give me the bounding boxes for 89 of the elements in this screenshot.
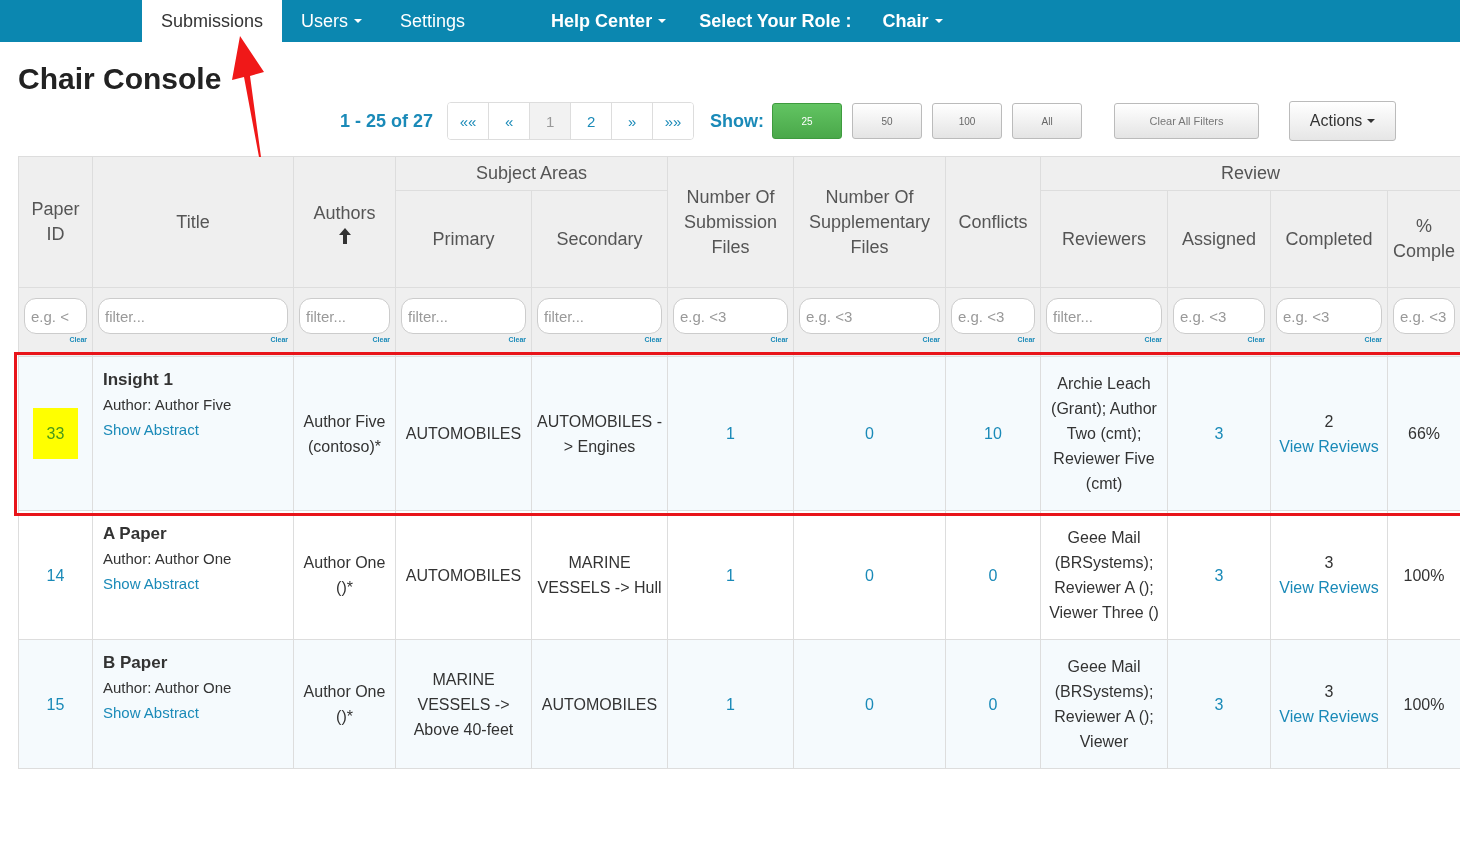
filter-field[interactable]: filter... bbox=[98, 298, 288, 334]
column-header[interactable]: Conflicts bbox=[945, 156, 1041, 288]
caret-icon bbox=[1367, 119, 1376, 123]
view-reviews-link[interactable]: View Reviews bbox=[1279, 433, 1379, 459]
secondary-area: MARINE VESSELS -> Hull bbox=[536, 550, 663, 600]
authors-text: Author One ()* bbox=[302, 682, 387, 727]
author-line: Author: Author One bbox=[103, 678, 233, 698]
filter-field[interactable]: e.g. <3 bbox=[1393, 298, 1456, 334]
show-label: Show: bbox=[710, 110, 765, 132]
actions-button[interactable]: Actions bbox=[1289, 101, 1397, 141]
author-line: Author: Author One bbox=[103, 549, 233, 569]
sort-arrow-icon bbox=[338, 227, 351, 244]
secondary-area: AUTOMOBILES -> Engines bbox=[536, 408, 663, 459]
page-size-button[interactable]: 25 bbox=[772, 103, 843, 139]
count-link[interactable]: 0 bbox=[865, 691, 874, 717]
filter-field[interactable]: filter... bbox=[299, 298, 390, 334]
view-reviews-link[interactable]: View Reviews bbox=[1279, 704, 1379, 729]
percent-complete: 66% bbox=[1408, 424, 1441, 444]
reviewers-text: Geee Mail (BRSystems); Reviewer A (); Viewer bbox=[1053, 657, 1155, 752]
count-link[interactable]: 3 bbox=[1214, 562, 1224, 588]
show-abstract-link[interactable]: Show Abstract bbox=[103, 700, 199, 725]
column-header[interactable]: Secondary bbox=[531, 190, 668, 288]
filter-field[interactable]: filter... bbox=[537, 298, 662, 334]
primary-area: MARINE VESSELS -> Above 40-feet bbox=[400, 666, 527, 742]
count-link[interactable]: 0 bbox=[865, 562, 874, 588]
nav-link[interactable]: Users bbox=[282, 0, 382, 42]
primary-area: AUTOMOBILES bbox=[405, 562, 522, 588]
nav-link[interactable]: Help Center bbox=[532, 0, 686, 42]
clear-filters-button[interactable]: Clear All Filters bbox=[1114, 103, 1260, 139]
filter-field[interactable]: e.g. <3 bbox=[951, 298, 1035, 334]
filter-field[interactable]: e.g. <3 bbox=[1173, 298, 1265, 334]
role-dropdown[interactable]: Chair bbox=[863, 0, 962, 42]
count-link[interactable]: 1 bbox=[726, 421, 735, 446]
filter-field[interactable]: e.g. < bbox=[24, 298, 87, 334]
count-link[interactable]: 3 bbox=[1214, 421, 1224, 446]
percent-complete: 100% bbox=[1403, 694, 1445, 715]
count-link[interactable]: 0 bbox=[988, 691, 998, 717]
count-link[interactable]: 0 bbox=[865, 421, 874, 446]
secondary-area: AUTOMOBILES bbox=[541, 691, 658, 717]
column-header[interactable]: Primary bbox=[395, 190, 532, 288]
paper-title: B Paper bbox=[103, 652, 169, 674]
page-link[interactable]: 1 bbox=[530, 103, 572, 139]
primary-area: AUTOMOBILES bbox=[405, 421, 522, 446]
completed-count: 3 bbox=[1324, 553, 1334, 573]
group-header: Subject Areas bbox=[395, 156, 668, 191]
column-header[interactable]: Paper ID bbox=[18, 156, 93, 288]
filter-field[interactable]: filter... bbox=[1046, 298, 1162, 334]
filter-field[interactable]: e.g. <3 bbox=[799, 298, 940, 334]
paper-title: A Paper bbox=[103, 523, 168, 545]
count-link[interactable]: 3 bbox=[1214, 691, 1224, 717]
group-header: Review bbox=[1040, 156, 1460, 191]
caret-icon bbox=[934, 19, 943, 23]
reviewers-text: Archie Leach (Grant); Author Two (cmt); Reviewer Five (cmt) bbox=[1050, 374, 1158, 494]
page-size-button[interactable]: All bbox=[1012, 103, 1083, 139]
page-summary: 1 - 25 of 27 bbox=[340, 110, 434, 132]
nav-link[interactable]: Settings bbox=[381, 0, 485, 42]
completed-count: 3 bbox=[1324, 682, 1334, 702]
page-link[interactable]: «« bbox=[448, 103, 490, 139]
filter-field[interactable]: e.g. <3 bbox=[1276, 298, 1382, 334]
count-link[interactable]: 1 bbox=[726, 691, 735, 717]
author-line: Author: Author Five bbox=[103, 395, 233, 415]
show-abstract-link[interactable]: Show Abstract bbox=[103, 417, 199, 442]
authors-text: Author One ()* bbox=[302, 553, 387, 598]
view-reviews-link[interactable]: View Reviews bbox=[1279, 575, 1379, 600]
completed-count: 2 bbox=[1324, 411, 1334, 432]
count-link[interactable]: 1 bbox=[726, 562, 735, 588]
nav-link[interactable]: Submissions bbox=[142, 0, 283, 42]
paper-id: 33 bbox=[32, 408, 79, 459]
show-abstract-link[interactable]: Show Abstract bbox=[103, 571, 199, 596]
count-link[interactable]: 10 bbox=[984, 421, 1002, 446]
column-header[interactable]: Assigned bbox=[1167, 190, 1271, 288]
column-header[interactable]: Reviewers bbox=[1040, 190, 1168, 288]
page-size-button[interactable]: 50 bbox=[852, 103, 923, 139]
reviewers-text: Geee Mail (BRSystems); Reviewer A (); Viewer Three () bbox=[1048, 528, 1160, 623]
role-label: Select Your Role : bbox=[698, 9, 853, 33]
filter-field[interactable]: filter... bbox=[401, 298, 526, 334]
column-header[interactable]: % Comple bbox=[1387, 190, 1460, 288]
authors-text: Author Five (contoso)* bbox=[302, 411, 387, 457]
page-size-button[interactable]: 100 bbox=[932, 103, 1003, 139]
column-header[interactable]: Number Of Submission Files bbox=[667, 156, 794, 288]
column-header[interactable]: Completed bbox=[1270, 190, 1388, 288]
paper-title: Insight 1 bbox=[103, 369, 174, 391]
column-header[interactable]: Number Of Supplementary Files bbox=[793, 156, 946, 288]
column-header[interactable]: Title bbox=[92, 156, 294, 288]
column-header[interactable]: Authors bbox=[293, 156, 396, 288]
percent-complete: 100% bbox=[1403, 565, 1445, 586]
filter-field[interactable]: e.g. <3 bbox=[673, 298, 788, 334]
count-link[interactable]: 0 bbox=[988, 562, 998, 588]
page-title: Chair Console bbox=[18, 62, 223, 96]
